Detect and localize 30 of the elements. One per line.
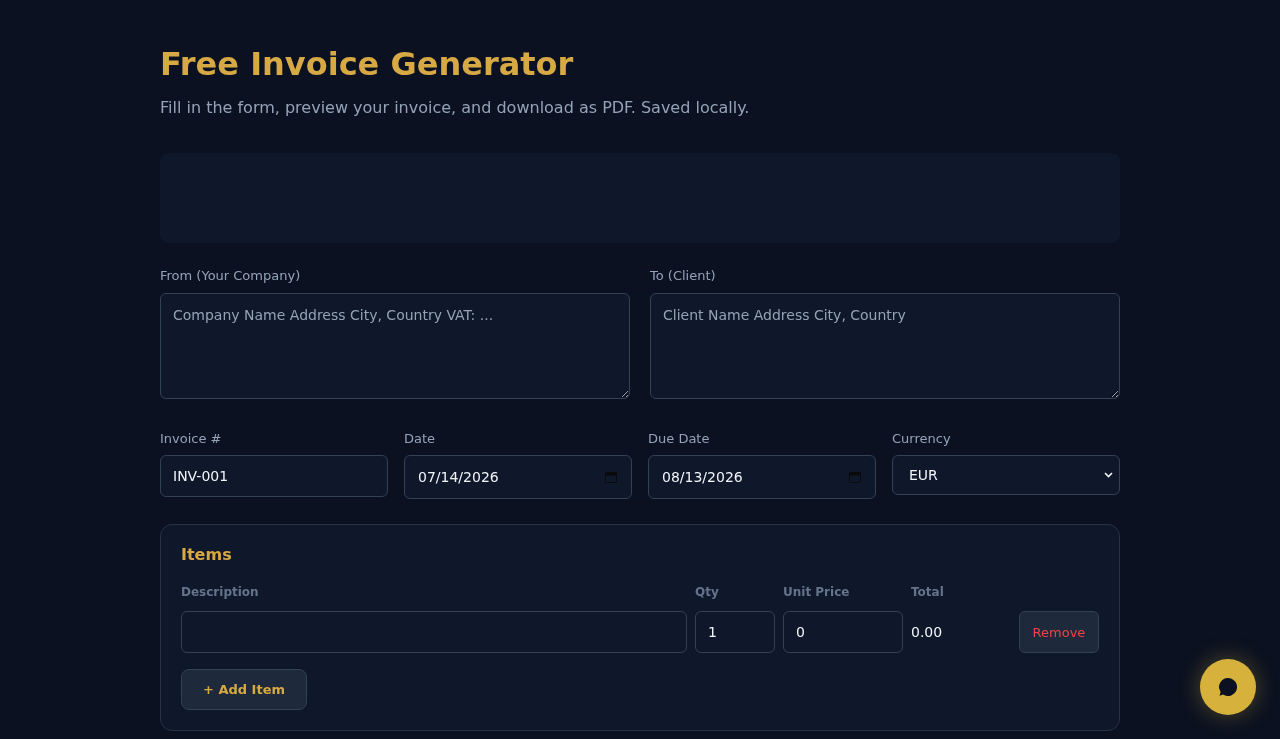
field-label: From (Your Company) [160, 267, 302, 285]
field-label: Currency [892, 430, 952, 448]
items-heading: Items [181, 545, 233, 564]
column-header: Description [181, 585, 260, 600]
field-label: To (Client) [650, 267, 717, 285]
field-label: Due Date [648, 430, 711, 448]
address-textarea[interactable]: Company Name Address City, Country VAT: ... [160, 293, 630, 399]
line-total: 0.00 [911, 624, 944, 640]
description-input[interactable] [181, 611, 687, 653]
unit-price-input[interactable]: 0 [783, 611, 903, 653]
calendar-icon [849, 471, 861, 483]
date-input[interactable]: 08/13/2026 [648, 455, 876, 499]
column-header: Unit Price [783, 585, 851, 600]
caret-icon [1104, 472, 1113, 478]
field-label: Invoice # [160, 430, 223, 448]
column-header: Qty [695, 585, 720, 600]
calendar-icon [605, 471, 617, 483]
page-subtitle: Fill in the form, preview your invoice, and download as PDF. Saved locally. [160, 97, 751, 119]
date-input[interactable]: 07/14/2026 [404, 455, 632, 499]
column-header: Total [911, 585, 945, 600]
field-label: Date [404, 430, 437, 448]
chat-bubble-icon [1217, 676, 1239, 698]
invoice-number-input[interactable]: INV-001 [160, 455, 388, 497]
add-item-button[interactable]: + Add Item [181, 669, 308, 710]
remove-button[interactable]: Remove [1019, 611, 1099, 653]
address-textarea[interactable]: Client Name Address City, Country [650, 293, 1120, 399]
quantity-input[interactable]: 1 [695, 611, 775, 653]
currency-select[interactable]: EUR [892, 455, 1120, 495]
chat-button[interactable] [1200, 659, 1256, 715]
page-title: Free Invoice Generator [160, 45, 575, 83]
